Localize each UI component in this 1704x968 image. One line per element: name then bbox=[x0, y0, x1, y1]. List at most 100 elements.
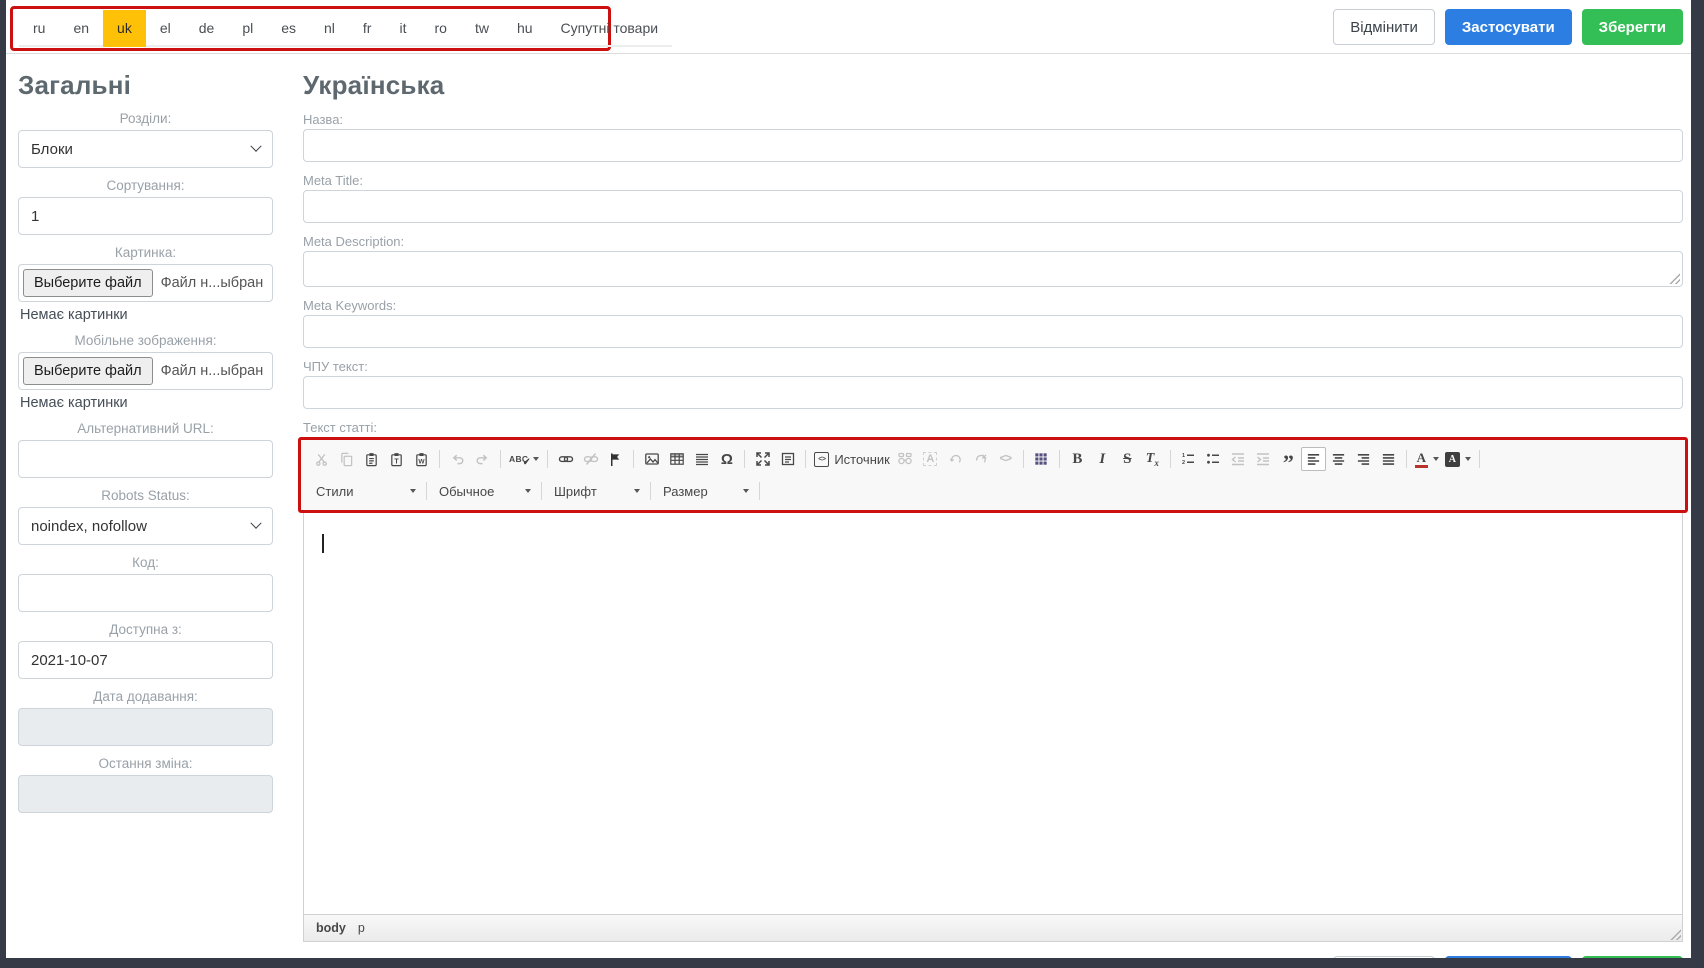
available-from-input[interactable] bbox=[18, 641, 273, 679]
paste-from-word-icon[interactable]: W bbox=[409, 447, 434, 471]
mobile-no-image-text: Немає картинки bbox=[20, 395, 273, 411]
image-file-input[interactable]: Выберите файл Файл н...ыбран bbox=[18, 264, 273, 302]
toolbar-separator bbox=[426, 482, 427, 500]
sections-select[interactable]: Блоки bbox=[18, 130, 273, 168]
robots-select-value: noindex, nofollow bbox=[31, 518, 147, 535]
link-icon[interactable] bbox=[553, 447, 578, 471]
name-label: Назва: bbox=[303, 112, 1683, 127]
show-blocks-icon[interactable] bbox=[775, 447, 800, 471]
size-combo[interactable]: Размер bbox=[656, 479, 754, 503]
remove-format-icon[interactable]: Tx bbox=[1140, 447, 1165, 471]
lang-tab-uk[interactable]: uk bbox=[103, 10, 146, 47]
spellcheck-icon[interactable]: ABC✓ bbox=[506, 447, 542, 471]
slug-input[interactable] bbox=[303, 376, 1683, 409]
font-combo[interactable]: Шрифт bbox=[547, 479, 645, 503]
created-date-label: Дата додавання: bbox=[18, 689, 273, 704]
align-right-icon[interactable] bbox=[1351, 447, 1376, 471]
horizontal-line-icon[interactable] bbox=[689, 447, 714, 471]
main-title: Українська bbox=[303, 70, 1683, 101]
code-snippet-icon: <> bbox=[993, 447, 1018, 471]
mobile-image-file-button[interactable]: Выберите файл bbox=[23, 357, 153, 385]
lang-tab-ro[interactable]: ro bbox=[420, 10, 460, 47]
align-justify-icon[interactable] bbox=[1376, 447, 1401, 471]
footer-apply-button[interactable]: Застосувати bbox=[1445, 956, 1572, 958]
dropdown-caret-icon bbox=[525, 489, 531, 493]
numbered-list-icon[interactable]: 12 bbox=[1176, 447, 1201, 471]
robots-select[interactable]: noindex, nofollow bbox=[18, 507, 273, 545]
image-icon[interactable] bbox=[639, 447, 664, 471]
text-cursor bbox=[322, 534, 324, 553]
lang-tab-en[interactable]: en bbox=[59, 10, 103, 47]
editor-statusbar: body p bbox=[304, 914, 1682, 941]
alt-url-input[interactable] bbox=[18, 440, 273, 478]
save-button[interactable]: Зберегти bbox=[1582, 9, 1683, 45]
meta-description-textarea[interactable] bbox=[303, 251, 1683, 287]
svg-text:1: 1 bbox=[1182, 453, 1185, 459]
dropdown-caret-icon bbox=[410, 489, 416, 493]
toolbar-separator bbox=[1479, 450, 1480, 468]
text-color-icon[interactable]: A bbox=[1412, 447, 1442, 471]
table-icon[interactable] bbox=[664, 447, 689, 471]
slug-label: ЧПУ текст: bbox=[303, 359, 1683, 374]
scayt-suggest-icon bbox=[943, 447, 968, 471]
meta-description-label: Meta Description: bbox=[303, 234, 1683, 249]
lang-tab-tw[interactable]: tw bbox=[461, 10, 503, 47]
source-button[interactable]: <>Источник bbox=[811, 447, 893, 471]
resize-grip-icon[interactable] bbox=[1669, 273, 1680, 284]
grid-templates-icon[interactable] bbox=[1029, 447, 1054, 471]
lang-tab-de[interactable]: de bbox=[185, 10, 229, 47]
paste-as-text-icon[interactable]: T bbox=[384, 447, 409, 471]
element-path-p[interactable]: p bbox=[358, 921, 365, 935]
sort-input[interactable] bbox=[18, 197, 273, 235]
blockquote-icon[interactable]: ” bbox=[1276, 447, 1301, 471]
toolbar-separator bbox=[1023, 450, 1024, 468]
name-input[interactable] bbox=[303, 129, 1683, 162]
meta-title-input[interactable] bbox=[303, 190, 1683, 223]
outdent-icon bbox=[1226, 447, 1251, 471]
maximize-icon[interactable] bbox=[750, 447, 775, 471]
special-char-icon[interactable]: Ω bbox=[714, 447, 739, 471]
apply-button[interactable]: Застосувати bbox=[1445, 9, 1572, 45]
element-path-body[interactable]: body bbox=[316, 921, 346, 935]
rich-text-editor: T W ABC✓ bbox=[303, 438, 1683, 942]
lang-tab-pl[interactable]: pl bbox=[228, 10, 267, 47]
footer-cancel-button[interactable]: Відмінити bbox=[1333, 956, 1435, 958]
align-left-icon[interactable] bbox=[1301, 447, 1326, 471]
sort-label: Сортування: bbox=[18, 178, 273, 193]
strikethrough-icon[interactable]: S bbox=[1115, 447, 1140, 471]
toolbar-separator bbox=[633, 450, 634, 468]
italic-icon[interactable]: I bbox=[1090, 447, 1115, 471]
anchor-flag-icon[interactable] bbox=[603, 447, 628, 471]
dropdown-caret-icon bbox=[634, 489, 640, 493]
meta-keywords-input[interactable] bbox=[303, 315, 1683, 348]
align-center-icon[interactable] bbox=[1326, 447, 1351, 471]
lang-tab-hu[interactable]: hu bbox=[503, 10, 547, 47]
background-color-icon[interactable]: A bbox=[1442, 447, 1474, 471]
styles-combo[interactable]: Стили bbox=[309, 479, 421, 503]
image-file-button[interactable]: Выберите файл bbox=[23, 269, 153, 297]
toolbar-separator bbox=[1170, 450, 1171, 468]
lang-tab-nl[interactable]: nl bbox=[310, 10, 349, 47]
bulleted-list-icon[interactable] bbox=[1201, 447, 1226, 471]
paste-icon[interactable] bbox=[359, 447, 384, 471]
format-combo[interactable]: Обычное bbox=[432, 479, 536, 503]
bold-icon[interactable]: B bbox=[1065, 447, 1090, 471]
toolbar-row-2: Стили Обычное Шрифт Размер bbox=[309, 476, 1677, 506]
mobile-image-file-input[interactable]: Выберите файл Файл н...ыбран bbox=[18, 352, 273, 390]
lang-tab-fr[interactable]: fr bbox=[349, 10, 386, 47]
resize-grip-icon[interactable] bbox=[1670, 929, 1681, 940]
lang-tab-es[interactable]: es bbox=[267, 10, 310, 47]
cancel-button[interactable]: Відмінити bbox=[1333, 9, 1435, 45]
code-input[interactable] bbox=[18, 574, 273, 612]
chevron-down-icon bbox=[250, 518, 261, 529]
footer-save-button[interactable]: Зберегти bbox=[1582, 956, 1683, 958]
lang-tab-related-products[interactable]: Супутні товари bbox=[547, 10, 673, 47]
editor-content[interactable] bbox=[304, 513, 1682, 914]
toolbar-separator bbox=[1406, 450, 1407, 468]
find-icon bbox=[893, 447, 918, 471]
lang-tab-it[interactable]: it bbox=[385, 10, 420, 47]
lang-tab-ru[interactable]: ru bbox=[19, 10, 59, 47]
scayt-ignore-icon bbox=[968, 447, 993, 471]
lang-tab-el[interactable]: el bbox=[146, 10, 185, 47]
svg-text:W: W bbox=[418, 458, 425, 465]
